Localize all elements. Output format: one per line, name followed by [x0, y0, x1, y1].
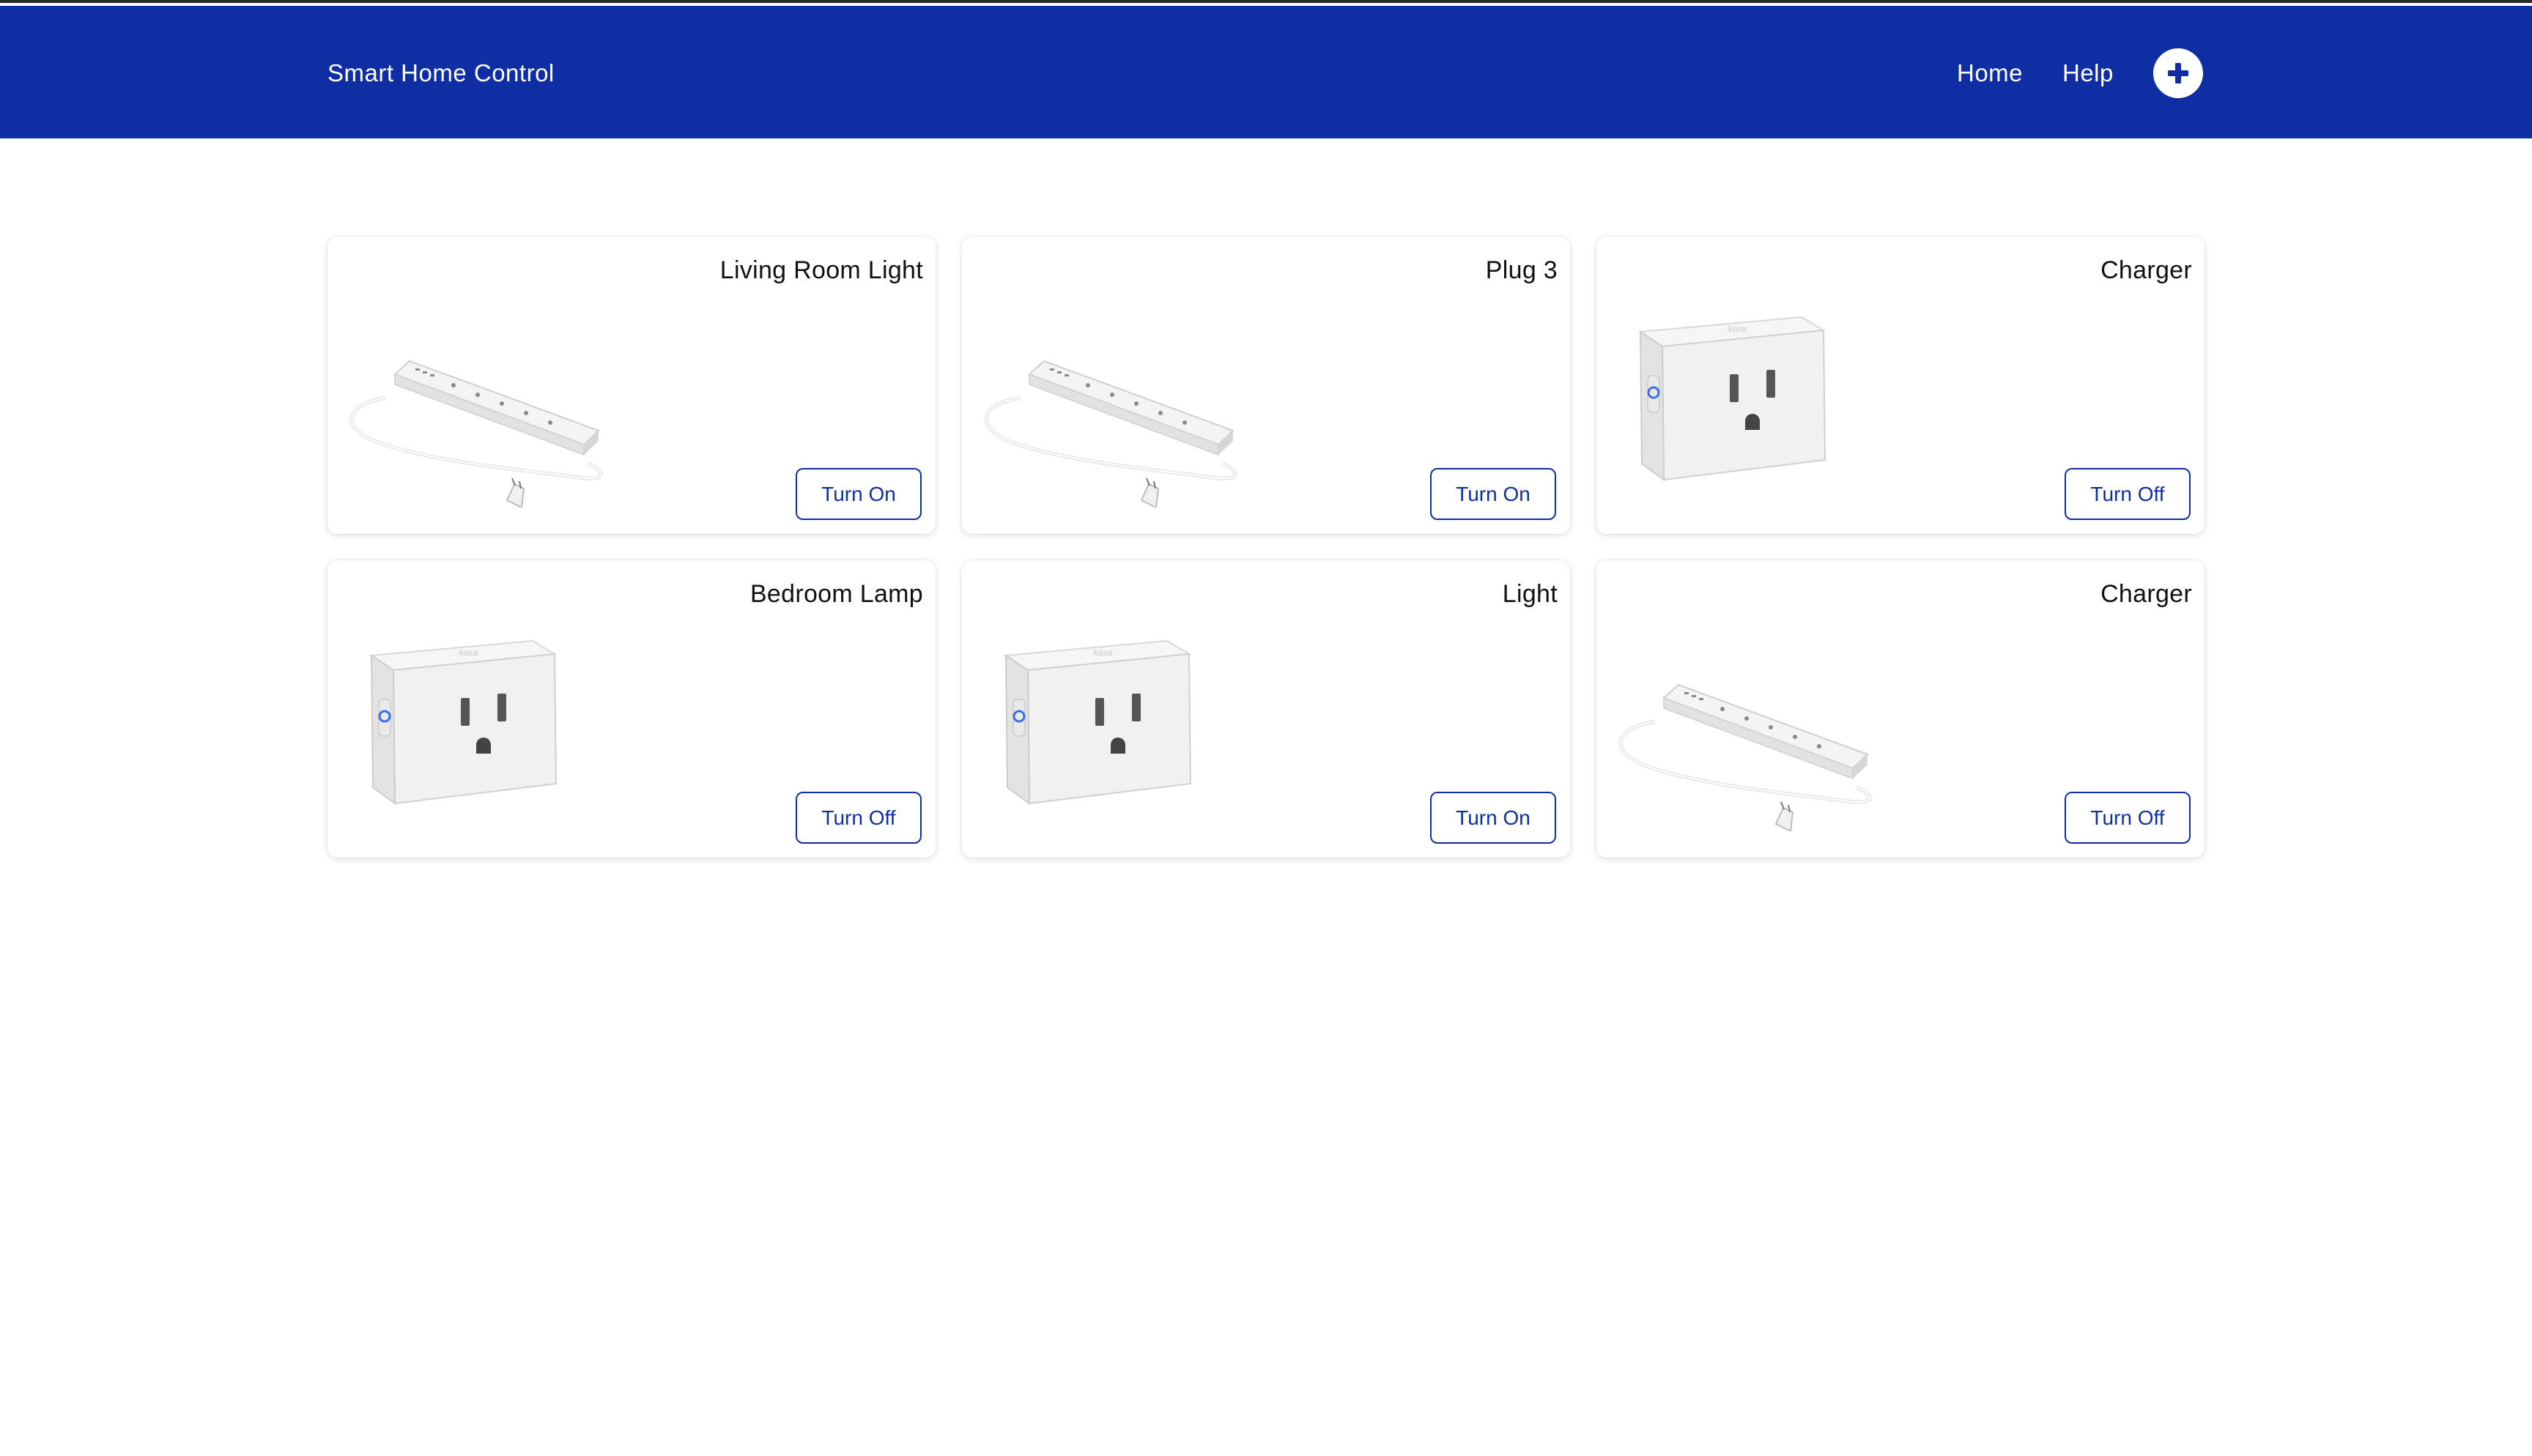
- svg-text:kasa: kasa: [459, 647, 478, 658]
- toggle-power-button[interactable]: Turn Off: [2065, 792, 2191, 844]
- device-grid: Living Room Light Turn On Plug 3 Turn On…: [327, 237, 2205, 858]
- device-name: Bedroom Lamp: [749, 580, 923, 608]
- smart-plug-image: kasa: [977, 612, 1255, 831]
- device-card: Living Room Light Turn On: [327, 237, 936, 534]
- toggle-power-button[interactable]: Turn On: [796, 468, 922, 520]
- smart-plug-image: kasa: [1611, 288, 1889, 508]
- app-title: Smart Home Control: [327, 59, 555, 86]
- toggle-power-button[interactable]: Turn Off: [796, 792, 922, 844]
- device-card: Plug 3 Turn On: [962, 237, 1570, 534]
- toggle-power-button[interactable]: Turn Off: [2065, 468, 2191, 520]
- nav-help-link[interactable]: Help: [2062, 57, 2114, 89]
- nav-home-link[interactable]: Home: [1957, 57, 2023, 89]
- device-card: kasa Bedroom Lamp Turn Off: [327, 560, 936, 858]
- device-card: kasa Charger Turn Off: [1596, 237, 2205, 534]
- device-card: Charger Turn Off: [1596, 560, 2205, 858]
- smart-plug-image: kasa: [342, 612, 621, 831]
- add-device-button[interactable]: [2153, 48, 2203, 98]
- device-name: Plug 3: [1485, 256, 1558, 284]
- device-name: Charger: [2100, 580, 2192, 608]
- app-window: Smart Home Control Home Help Living Room…: [0, 0, 2532, 1456]
- power-strip-image: [342, 288, 621, 509]
- device-name: Charger: [2100, 256, 2192, 284]
- plus-icon: [2168, 63, 2188, 83]
- device-name: Light: [1502, 580, 1558, 608]
- svg-text:kasa: kasa: [1728, 324, 1747, 334]
- svg-text:kasa: kasa: [1094, 647, 1113, 658]
- device-card: kasa Light Turn On: [962, 560, 1570, 858]
- toggle-power-button[interactable]: Turn On: [1430, 792, 1556, 844]
- power-strip-image: [977, 288, 1255, 509]
- power-strip-image: [1611, 612, 1889, 833]
- device-name: Living Room Light: [719, 256, 923, 284]
- top-navbar: Smart Home Control Home Help: [0, 6, 2532, 138]
- toggle-power-button[interactable]: Turn On: [1430, 468, 1556, 520]
